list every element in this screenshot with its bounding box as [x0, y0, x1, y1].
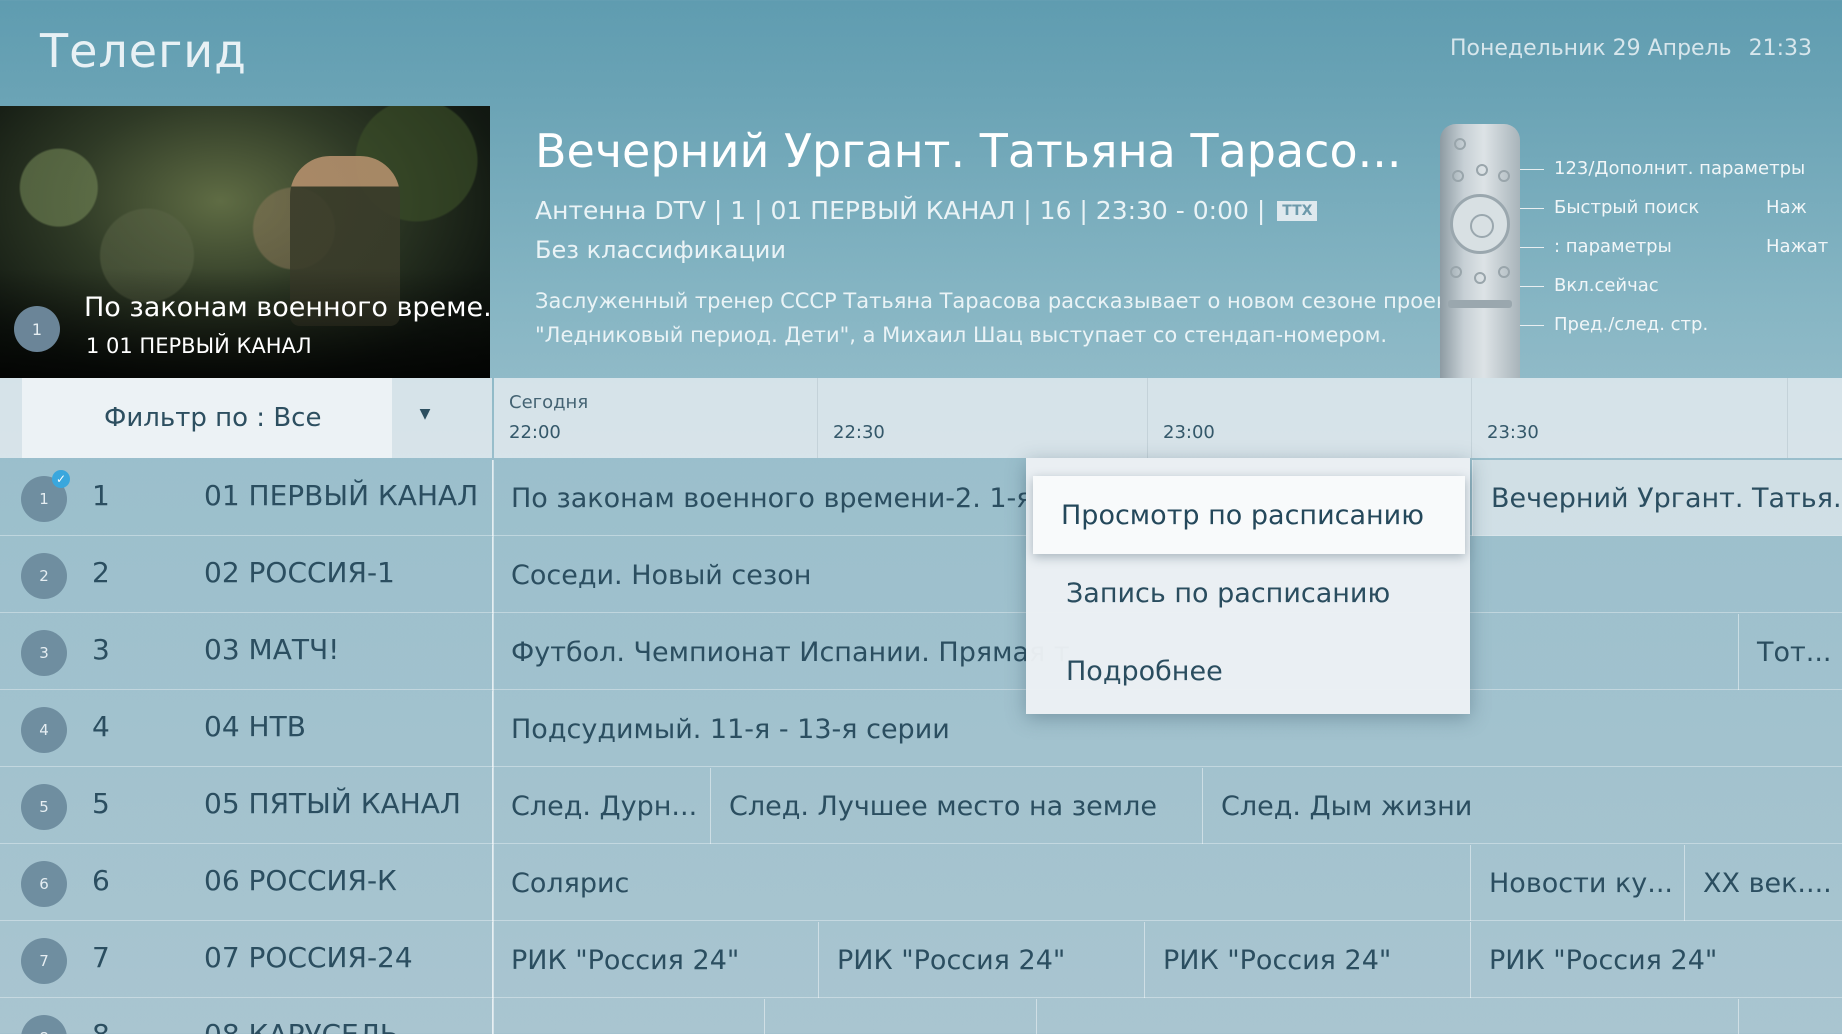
channel-number: 8	[92, 1018, 110, 1034]
channel-badge: 3	[21, 630, 67, 676]
channel-name: 06 РОССИЯ-К	[204, 864, 397, 897]
channel-cell[interactable]: 5 5 05 ПЯТЫЙ КАНАЛ	[0, 768, 492, 844]
menu-item-view-schedule[interactable]: Просмотр по расписанию	[1033, 476, 1465, 554]
channel-row: 2 2 02 РОССИЯ-1 Соседи. Новый сезон	[0, 537, 1842, 613]
program-cell[interactable]	[1036, 999, 1738, 1034]
preview-channel-badge: 1	[14, 306, 60, 352]
program-cell[interactable]: Новости ку...	[1470, 845, 1684, 921]
ttx-badge: TTX	[1277, 200, 1318, 221]
filter-label: Фильтр по : Все	[104, 403, 322, 433]
channel-name: 02 РОССИЯ-1	[204, 556, 395, 589]
channel-badge: 4	[21, 707, 67, 753]
filter-bar: Фильтр по : Все ▼	[0, 378, 492, 458]
program-meta: Антенна DTV | 1 | 01 ПЕРВЫЙ КАНАЛ | 16 |…	[535, 196, 1318, 225]
program-cell[interactable]: XX век....	[1684, 845, 1842, 921]
channel-cell[interactable]: 4 4 04 НТВ	[0, 691, 492, 767]
program-cell[interactable]: Солярис	[492, 845, 1470, 921]
timeline-slot: Сегодня 22:00	[494, 378, 818, 458]
program-cell[interactable]: РИК "Россия 24"	[818, 922, 1144, 998]
channel-name: 04 НТВ	[204, 710, 306, 743]
hint-quick-search: Быстрый поиск Наж	[1520, 197, 1807, 218]
channel-cell[interactable]: 8 8 08 КАРУСЕЛЬ	[0, 999, 492, 1034]
menu-item-record-schedule[interactable]: Запись по расписанию	[1026, 554, 1470, 632]
hint-now: Вкл.сейчас	[1520, 275, 1659, 296]
timeline-day: Сегодня	[509, 392, 589, 413]
channel-row: 6 6 06 РОССИЯ-К Солярис Новости ку... XX…	[0, 845, 1842, 921]
channel-number: 3	[92, 633, 110, 666]
program-cell[interactable]: Тот...	[1738, 614, 1842, 690]
channel-row: 4 4 04 НТВ Подсудимый. 11-я - 13-я серии	[0, 691, 1842, 767]
program-cell[interactable]: РИК "Россия 24"	[1470, 922, 1842, 998]
program-cell[interactable]: След. Дурн...	[492, 768, 710, 844]
hint-extra-params: 123/Дополнит. параметры	[1520, 158, 1805, 179]
date-label: Понедельник 29 Апрель	[1449, 36, 1732, 61]
channel-number: 7	[92, 941, 110, 974]
channel-name: 05 ПЯТЫЙ КАНАЛ	[204, 787, 461, 820]
filter-dropdown[interactable]: Фильтр по : Все	[22, 378, 392, 458]
context-menu: Просмотр по расписанию Запись по расписа…	[1026, 458, 1470, 714]
menu-item-details[interactable]: Подробнее	[1026, 632, 1470, 710]
channel-row: 5 5 05 ПЯТЫЙ КАНАЛ След. Дурн... След. Л…	[0, 768, 1842, 844]
channel-number: 5	[92, 787, 110, 820]
program-cell[interactable]: След. Лучшее место на земле	[710, 768, 1202, 844]
channel-name: 08 КАРУСЕЛЬ	[204, 1018, 399, 1034]
program-cell[interactable]: Вечерний Ургант. Татья...	[1472, 460, 1842, 536]
channel-cell[interactable]: 6 6 06 РОССИЯ-К	[0, 845, 492, 921]
channel-badge: 5	[21, 784, 67, 830]
program-title: Вечерний Ургант. Татьяна Тарасо...	[535, 124, 1402, 178]
datetime: Понедельник 29 Апрель 21:33	[1440, 36, 1812, 61]
channel-name: 03 МАТЧ!	[204, 633, 340, 666]
hint-page: Пред./след. стр.	[1520, 314, 1708, 335]
channel-badge: 7	[21, 938, 67, 984]
channel-number: 1	[92, 479, 110, 512]
time-label: 21:33	[1748, 36, 1812, 61]
program-cell[interactable]: След. Дым жизни	[1202, 768, 1842, 844]
channel-cell[interactable]: 1 ✓ 1 01 ПЕРВЫЙ КАНАЛ	[0, 460, 492, 536]
timeline-slot: 23:30	[1472, 378, 1788, 458]
channel-row: 3 3 03 МАТЧ! Футбол. Чемпионат Испании. …	[0, 614, 1842, 690]
program-description: Заслуженный тренер СССР Татьяна Тарасова…	[535, 289, 1474, 347]
program-cell[interactable]: РИК "Россия 24"	[1144, 922, 1470, 998]
channel-row: 7 7 07 РОССИЯ-24 РИК "Россия 24" РИК "Ро…	[0, 922, 1842, 998]
live-preview[interactable]: 1 По законам военного време... 1 01 ПЕРВ…	[0, 106, 490, 378]
preview-program-title: По законам военного време...	[84, 292, 490, 323]
hint-params: : параметры Нажат	[1520, 236, 1828, 257]
program-cell[interactable]: По законам военного времени-2. 1-я и	[492, 460, 1026, 536]
channel-name: 07 РОССИЯ-24	[204, 941, 413, 974]
channel-number: 2	[92, 556, 110, 589]
program-cell[interactable]	[764, 999, 1036, 1034]
channel-badge: 6	[21, 861, 67, 907]
app-title: Телегид	[40, 24, 247, 78]
timeline-slot: 22:30	[818, 378, 1148, 458]
preview-channel-line: 1 01 ПЕРВЫЙ КАНАЛ	[86, 334, 312, 358]
channel-name: 01 ПЕРВЫЙ КАНАЛ	[204, 479, 479, 512]
check-icon: ✓	[52, 470, 70, 488]
timeline-header: Сегодня 22:00 22:30 23:00 23:30	[494, 378, 1842, 458]
program-cell[interactable]: РИК "Россия 24"	[492, 922, 818, 998]
program-rating: Без классификации	[535, 236, 787, 264]
program-meta-text: Антенна DTV | 1 | 01 ПЕРВЫЙ КАНАЛ | 16 |…	[535, 196, 1266, 225]
channel-number: 6	[92, 864, 110, 897]
channel-row: 1 ✓ 1 01 ПЕРВЫЙ КАНАЛ По законам военног…	[0, 460, 1842, 536]
program-cell[interactable]	[1738, 999, 1842, 1034]
remote-control-icon	[1440, 124, 1520, 378]
chevron-down-icon[interactable]: ▼	[395, 406, 455, 422]
program-cell[interactable]	[492, 999, 764, 1034]
channel-cell[interactable]: 7 7 07 РОССИЯ-24	[0, 922, 492, 998]
channel-row: 8 8 08 КАРУСЕЛЬ	[0, 999, 1842, 1034]
channel-cell[interactable]: 3 3 03 МАТЧ!	[0, 614, 492, 690]
timeline-slot: 23:00	[1148, 378, 1472, 458]
channel-badge: 8	[21, 1015, 67, 1034]
channel-cell[interactable]: 2 2 02 РОССИЯ-1	[0, 537, 492, 613]
channel-badge: 2	[21, 553, 67, 599]
channel-number: 4	[92, 710, 110, 743]
header: Телегид Понедельник 29 Апрель 21:33	[0, 0, 1842, 106]
